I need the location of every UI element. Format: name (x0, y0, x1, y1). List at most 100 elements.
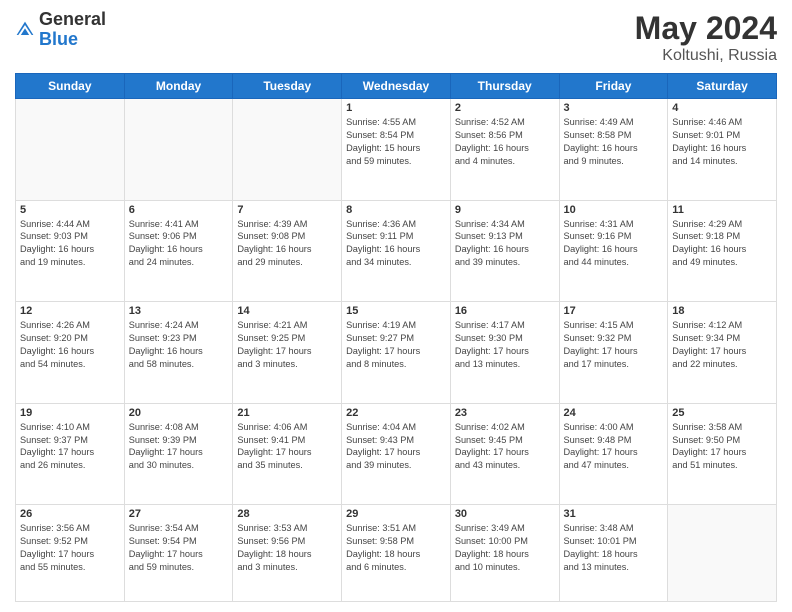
table-row: 9 Sunrise: 4:34 AMSunset: 9:13 PMDaylight… (450, 200, 559, 302)
calendar-week-row: 5 Sunrise: 4:44 AMSunset: 9:03 PMDaylight… (16, 200, 777, 302)
table-row: 28 Sunrise: 3:53 AMSunset: 9:56 PMDayligh… (233, 505, 342, 602)
day-number: 7 (237, 204, 337, 216)
table-row: 8Sunrise: 4:36 AMSunset: 9:11 PMDaylight… (342, 200, 451, 302)
day-number: 12 (20, 305, 120, 317)
title-location: Koltushi, Russia (635, 47, 777, 65)
day-number: 26 (20, 508, 120, 520)
title-month: May 2024 (635, 10, 777, 47)
day-info: Sunrise: 4:31 AMSunset: 9:16 PMDaylight:… (564, 218, 664, 270)
day-number: 9 (455, 204, 555, 216)
table-row: 27 Sunrise: 3:54 AMSunset: 9:54 PMDayligh… (124, 505, 233, 602)
table-row: 16Sunrise: 4:17 AMSunset: 9:30 PMDayligh… (450, 302, 559, 404)
col-thursday: Thursday (450, 74, 559, 99)
day-number: 2 (455, 102, 555, 114)
calendar-table: Sunday Monday Tuesday Wednesday Thursday… (15, 73, 777, 602)
day-number: 5 (20, 204, 120, 216)
col-tuesday: Tuesday (233, 74, 342, 99)
logo-blue-text: Blue (39, 30, 106, 50)
table-row: 31Sunrise: 3:48 AMSunset: 10:01 PMDaylig… (559, 505, 668, 602)
day-info: Sunrise: 4:17 AMSunset: 9:30 PMDaylight:… (455, 319, 555, 371)
calendar-week-row: 26 Sunrise: 3:56 AMSunset: 9:52 PMDayligh… (16, 505, 777, 602)
day-info: Sunrise: 4:44 AMSunset: 9:03 PMDaylight:… (20, 218, 120, 270)
day-number: 14 (237, 305, 337, 317)
table-row: 7 Sunrise: 4:39 AMSunset: 9:08 PMDaylight… (233, 200, 342, 302)
day-number: 22 (346, 407, 446, 419)
table-row: 10 Sunrise: 4:31 AMSunset: 9:16 PMDayligh… (559, 200, 668, 302)
logo-text: General Blue (39, 10, 106, 50)
day-number: 3 (564, 102, 664, 114)
day-info: Sunrise: 3:58 AMSunset: 9:50 PMDaylight:… (672, 421, 772, 473)
col-saturday: Saturday (668, 74, 777, 99)
table-row: 22 Sunrise: 4:04 AMSunset: 9:43 PMDayligh… (342, 403, 451, 505)
day-number: 29 (346, 508, 446, 520)
day-info: Sunrise: 3:54 AMSunset: 9:54 PMDaylight:… (129, 522, 229, 574)
day-info: Sunrise: 4:19 AMSunset: 9:27 PMDaylight:… (346, 319, 446, 371)
col-friday: Friday (559, 74, 668, 99)
day-info: Sunrise: 4:15 AMSunset: 9:32 PMDaylight:… (564, 319, 664, 371)
logo-general-text: General (39, 10, 106, 30)
table-row (16, 99, 125, 201)
day-info: Sunrise: 4:04 AMSunset: 9:43 PMDaylight:… (346, 421, 446, 473)
calendar-week-row: 1 Sunrise: 4:55 AMSunset: 8:54 PMDaylight… (16, 99, 777, 201)
day-info: Sunrise: 4:55 AMSunset: 8:54 PMDaylight:… (346, 116, 446, 168)
table-row: 23 Sunrise: 4:02 AMSunset: 9:45 PMDayligh… (450, 403, 559, 505)
day-info: Sunrise: 4:12 AMSunset: 9:34 PMDaylight:… (672, 319, 772, 371)
table-row: 11 Sunrise: 4:29 AMSunset: 9:18 PMDayligh… (668, 200, 777, 302)
table-row (124, 99, 233, 201)
day-number: 11 (672, 204, 772, 216)
table-row: 6 Sunrise: 4:41 AMSunset: 9:06 PMDaylight… (124, 200, 233, 302)
day-number: 23 (455, 407, 555, 419)
day-number: 30 (455, 508, 555, 520)
day-number: 6 (129, 204, 229, 216)
table-row: 12Sunrise: 4:26 AMSunset: 9:20 PMDayligh… (16, 302, 125, 404)
day-number: 13 (129, 305, 229, 317)
day-number: 20 (129, 407, 229, 419)
day-number: 31 (564, 508, 664, 520)
table-row: 21 Sunrise: 4:06 AMSunset: 9:41 PMDayligh… (233, 403, 342, 505)
col-wednesday: Wednesday (342, 74, 451, 99)
day-info: Sunrise: 4:06 AMSunset: 9:41 PMDaylight:… (237, 421, 337, 473)
day-number: 17 (564, 305, 664, 317)
day-info: Sunrise: 4:39 AMSunset: 9:08 PMDaylight:… (237, 218, 337, 270)
logo-icon (15, 20, 35, 40)
day-info: Sunrise: 4:46 AMSunset: 9:01 PMDaylight:… (672, 116, 772, 168)
title-block: May 2024 Koltushi, Russia (635, 10, 777, 65)
day-info: Sunrise: 3:51 AMSunset: 9:58 PMDaylight:… (346, 522, 446, 574)
calendar-week-row: 12Sunrise: 4:26 AMSunset: 9:20 PMDayligh… (16, 302, 777, 404)
table-row: 17 Sunrise: 4:15 AMSunset: 9:32 PMDayligh… (559, 302, 668, 404)
day-number: 28 (237, 508, 337, 520)
table-row: 20 Sunrise: 4:08 AMSunset: 9:39 PMDayligh… (124, 403, 233, 505)
table-row: 18Sunrise: 4:12 AMSunset: 9:34 PMDayligh… (668, 302, 777, 404)
table-row (668, 505, 777, 602)
logo: General Blue (15, 10, 106, 50)
day-info: Sunrise: 4:29 AMSunset: 9:18 PMDaylight:… (672, 218, 772, 270)
table-row (233, 99, 342, 201)
day-info: Sunrise: 4:52 AMSunset: 8:56 PMDaylight:… (455, 116, 555, 168)
day-info: Sunrise: 3:53 AMSunset: 9:56 PMDaylight:… (237, 522, 337, 574)
day-info: Sunrise: 4:49 AMSunset: 8:58 PMDaylight:… (564, 116, 664, 168)
day-number: 19 (20, 407, 120, 419)
day-info: Sunrise: 3:56 AMSunset: 9:52 PMDaylight:… (20, 522, 120, 574)
table-row: 26 Sunrise: 3:56 AMSunset: 9:52 PMDayligh… (16, 505, 125, 602)
table-row: 2 Sunrise: 4:52 AMSunset: 8:56 PMDaylight… (450, 99, 559, 201)
day-info: Sunrise: 3:49 AMSunset: 10:00 PMDaylight… (455, 522, 555, 574)
day-number: 1 (346, 102, 446, 114)
day-number: 21 (237, 407, 337, 419)
calendar-week-row: 19Sunrise: 4:10 AMSunset: 9:37 PMDayligh… (16, 403, 777, 505)
day-info: Sunrise: 4:34 AMSunset: 9:13 PMDaylight:… (455, 218, 555, 270)
day-info: Sunrise: 4:21 AMSunset: 9:25 PMDaylight:… (237, 319, 337, 371)
day-number: 27 (129, 508, 229, 520)
table-row: 29 Sunrise: 3:51 AMSunset: 9:58 PMDayligh… (342, 505, 451, 602)
table-row: 13 Sunrise: 4:24 AMSunset: 9:23 PMDayligh… (124, 302, 233, 404)
day-info: Sunrise: 4:08 AMSunset: 9:39 PMDaylight:… (129, 421, 229, 473)
day-info: Sunrise: 4:24 AMSunset: 9:23 PMDaylight:… (129, 319, 229, 371)
col-sunday: Sunday (16, 74, 125, 99)
col-monday: Monday (124, 74, 233, 99)
day-number: 10 (564, 204, 664, 216)
table-row: 19Sunrise: 4:10 AMSunset: 9:37 PMDayligh… (16, 403, 125, 505)
day-info: Sunrise: 4:02 AMSunset: 9:45 PMDaylight:… (455, 421, 555, 473)
table-row: 5 Sunrise: 4:44 AMSunset: 9:03 PMDaylight… (16, 200, 125, 302)
day-number: 4 (672, 102, 772, 114)
day-info: Sunrise: 4:41 AMSunset: 9:06 PMDaylight:… (129, 218, 229, 270)
day-number: 15 (346, 305, 446, 317)
